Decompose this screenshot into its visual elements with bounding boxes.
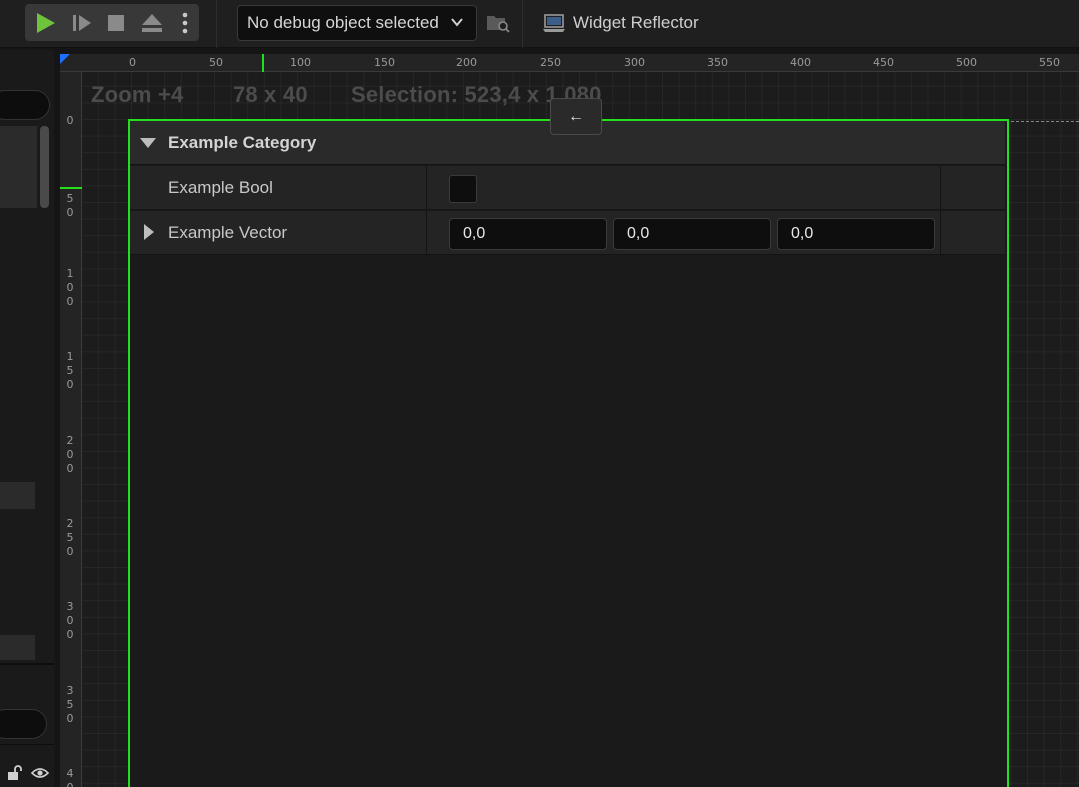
filter-input[interactable] [0, 709, 47, 739]
ruler-tick-label: 100 [290, 56, 311, 69]
property-label: Example Vector [168, 223, 288, 242]
column-splitter[interactable] [940, 166, 941, 210]
widget-reflector-icon [543, 14, 565, 32]
ruler-tick-label: 50 [209, 56, 223, 69]
find-in-browser-button[interactable] [485, 11, 511, 35]
ruler-tick-label: 500 [956, 56, 977, 69]
panel-list-item[interactable] [0, 635, 35, 660]
eject-button[interactable] [135, 4, 169, 41]
lock-icon [8, 765, 22, 780]
panel-list-item[interactable] [0, 482, 35, 509]
debug-object-dropdown[interactable]: No debug object selected [237, 5, 477, 41]
ruler-cursor-marker [262, 54, 264, 72]
widget-reflector-label: Widget Reflector [573, 13, 699, 32]
ruler-vertical: 0 50 100 150 200 250 300 350 40 [60, 72, 82, 787]
toolbar: No debug object selected Widget Reflecto… [0, 0, 1079, 48]
ruler-tick-label: 300 [624, 56, 645, 69]
toolbar-separator [216, 0, 217, 48]
eject-icon [142, 13, 162, 32]
ruler-tick-label: 350 [707, 56, 728, 69]
widget-bounds-line [1006, 121, 1079, 122]
ruler-tick-label: 200 [456, 56, 477, 69]
ruler-tick-label: 200 [66, 434, 74, 475]
scrollbar[interactable] [40, 126, 49, 208]
details-view-preview[interactable]: Example Category Example Bool Example Ve… [128, 119, 1009, 787]
find-in-browser-icon [487, 16, 510, 33]
panel-list-item[interactable] [0, 126, 37, 208]
column-splitter[interactable] [940, 211, 941, 255]
ruler-horizontal: 0 50 100 150 200 250 300 350 400 450 500… [60, 54, 1079, 72]
play-button[interactable] [31, 4, 61, 41]
ruler-tick-label: 450 [873, 56, 894, 69]
step-forward-button[interactable] [67, 4, 97, 41]
ruler-tick-label: 0 [66, 114, 74, 127]
zoom-level: Zoom +4 [91, 82, 184, 107]
ruler-tick-label: 150 [374, 56, 395, 69]
ruler-tick-label: 350 [66, 684, 74, 725]
canvas-size: 78 x 40 [233, 82, 308, 107]
property-row-vector: Example Vector 0,0 0,0 0,0 [130, 211, 1005, 255]
ruler-tick-label: 250 [66, 517, 74, 558]
chevron-down-icon [451, 18, 463, 27]
expand-arrow-icon[interactable] [144, 224, 154, 240]
back-button[interactable]: ← [550, 98, 602, 135]
stop-icon [108, 14, 124, 31]
property-row-bool: Example Bool [130, 166, 1005, 210]
visibility-button[interactable] [30, 766, 50, 785]
vector-y-input[interactable]: 0,0 [613, 218, 771, 250]
search-input[interactable] [0, 90, 50, 120]
ruler-tick-label: 400 [790, 56, 811, 69]
lock-button[interactable] [7, 765, 23, 786]
ruler-tick-label: 300 [66, 600, 74, 641]
ruler-corner [60, 54, 70, 64]
property-label: Example Bool [168, 178, 273, 197]
ruler-tick-label: 250 [540, 56, 561, 69]
ruler-tick-label: 150 [66, 350, 74, 391]
play-controls [25, 4, 199, 41]
designer-canvas[interactable]: 0 50 100 150 200 250 300 350 400 450 500… [60, 54, 1079, 787]
collapse-arrow-icon[interactable] [140, 138, 156, 148]
widget-reflector-button[interactable]: Widget Reflector [542, 9, 699, 37]
column-splitter[interactable] [426, 166, 427, 210]
eye-icon [30, 768, 50, 778]
step-forward-icon [73, 14, 91, 31]
vector-z-input[interactable]: 0,0 [777, 218, 935, 250]
bool-checkbox[interactable] [449, 175, 477, 203]
ruler-tick-label: 40 [66, 767, 74, 787]
widget-designer-window: No debug object selected Widget Reflecto… [0, 0, 1079, 787]
more-options-button[interactable] [175, 4, 195, 41]
left-panel [0, 50, 54, 787]
play-icon [37, 12, 55, 33]
ruler-cursor-marker [60, 187, 82, 189]
ruler-tick-label: 100 [66, 267, 74, 308]
ruler-tick-label: 50 [66, 192, 74, 219]
vector-x-input[interactable]: 0,0 [449, 218, 607, 250]
column-splitter[interactable] [426, 211, 427, 255]
stop-button[interactable] [101, 4, 131, 41]
ruler-tick-label: 0 [129, 56, 136, 69]
more-vertical-icon [182, 12, 188, 33]
ruler-tick-label: 550 [1039, 56, 1060, 69]
panel-divider [0, 663, 54, 665]
toolbar-separator [522, 0, 523, 48]
debug-object-label: No debug object selected [247, 13, 439, 32]
category-label: Example Category [168, 133, 317, 152]
panel-divider [0, 744, 54, 745]
